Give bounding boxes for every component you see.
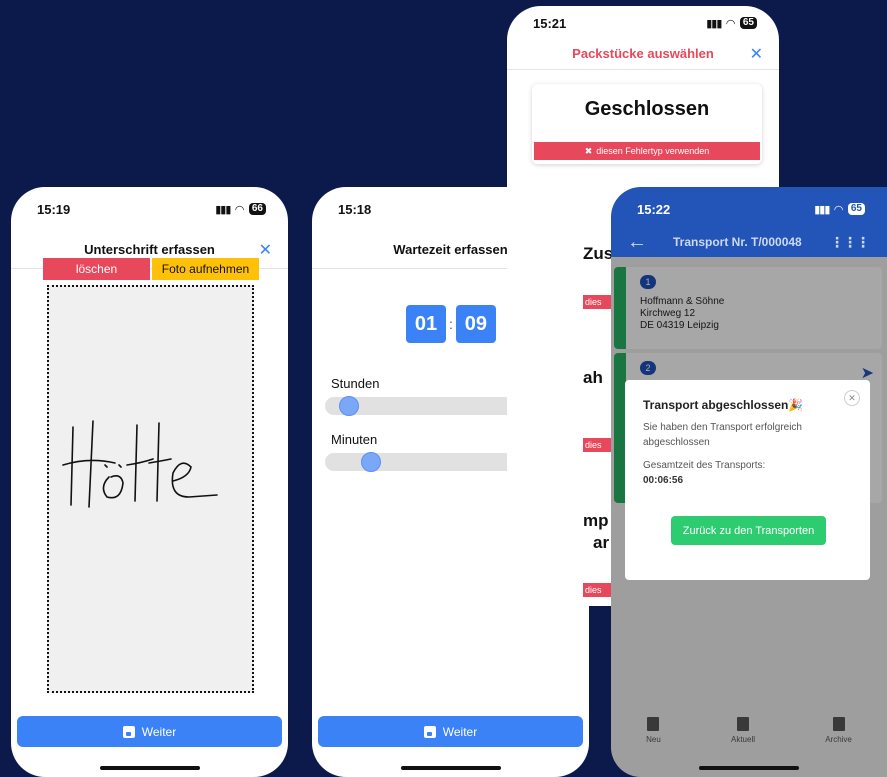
next-button[interactable]: Weiter <box>17 716 282 747</box>
back-arrow-icon[interactable]: ← <box>627 231 647 254</box>
page-title: Packstücke auswählen <box>572 46 714 61</box>
status-time: 15:22 <box>637 201 671 217</box>
page-title: Wartezeit erfassen <box>393 242 508 257</box>
page-title: Unterschrift erfassen <box>84 242 215 257</box>
modal-description: Sie haben den Transport erfolgreich abge… <box>643 422 802 448</box>
modal-title: Transport abgeschlossen🎉 <box>643 398 804 412</box>
use-error-type-button[interactable]: ✖ diesen Fehlertyp verwenden <box>534 142 760 160</box>
signature-drawing <box>62 420 218 508</box>
photo-button[interactable]: Foto aufnehmen <box>152 258 259 280</box>
peek-text: ar <box>593 533 610 552</box>
close-icon[interactable]: ✕ <box>750 44 763 64</box>
home-indicator <box>99 766 200 770</box>
hours-box: 01 <box>406 305 446 343</box>
signature-pad[interactable] <box>47 285 254 693</box>
completion-modal: ✕ Transport abgeschlossen🎉 Sie haben den… <box>625 380 870 580</box>
status-bar: 15:19 ▮▮▮ ◠ 66 <box>11 187 288 231</box>
nav-bar: ← Transport Nr. T/000048 ⋮⋮⋮ <box>611 229 887 255</box>
battery-icon: 65 <box>847 203 865 215</box>
peek-text: ah <box>583 368 603 387</box>
next-button[interactable]: Weiter <box>318 716 583 747</box>
status-bar: 15:22 ▮▮▮ ◠ 65 <box>611 187 887 231</box>
next-label: Weiter <box>141 724 177 739</box>
home-indicator <box>699 766 799 770</box>
error-type-title: Geschlossen <box>584 98 710 120</box>
transport-screen: 15:22 ▮▮▮ ◠ 65 ← Transport Nr. T/000048 ⋮⋮… <box>611 187 887 777</box>
floppy-icon <box>122 725 135 738</box>
close-icon[interactable]: ✕ <box>844 390 860 406</box>
status-time: 15:18 <box>338 201 372 217</box>
status-time: 15:21 <box>533 15 567 31</box>
signal-icon: ▮▮▮ <box>706 17 722 30</box>
back-to-transports-button[interactable]: Zurück zu den Transporten <box>671 516 826 545</box>
peek-text: mp <box>583 511 609 530</box>
wifi-icon: ◠ <box>235 203 244 216</box>
minutes-label: Minuten <box>331 432 378 447</box>
grid-icon[interactable]: ⋮⋮⋮ <box>830 234 870 251</box>
peek-button[interactable]: dies <box>583 583 613 597</box>
wifi-icon: ◠ <box>834 203 843 216</box>
home-indicator <box>400 766 501 770</box>
close-icon[interactable]: ✕ <box>259 240 272 260</box>
battery-icon: 66 <box>248 203 266 215</box>
tools-icon: ✖ <box>584 145 593 156</box>
peek-button[interactable]: dies <box>583 438 613 452</box>
peek-button[interactable]: dies <box>583 295 613 309</box>
floppy-icon <box>423 725 436 738</box>
delete-button[interactable]: löschen <box>43 258 150 280</box>
hours-label: Stunden <box>331 376 380 391</box>
page-title: Transport Nr. T/000048 <box>673 235 802 249</box>
signal-icon: ▮▮▮ <box>814 203 830 216</box>
minutes-box: 09 <box>455 305 496 343</box>
next-label: Weiter <box>442 724 478 739</box>
hours-slider-thumb[interactable] <box>338 396 359 416</box>
peek-text: Zus <box>583 244 614 263</box>
error-type-card[interactable]: Geschlossen ✖ diesen Fehlertyp verwenden <box>532 84 762 164</box>
party-icon: 🎉 <box>788 398 804 412</box>
status-time: 15:19 <box>37 201 71 217</box>
total-time-value: 00:06:56 <box>643 475 684 486</box>
timer-display: 01 : 09 <box>406 305 496 343</box>
battery-icon: 65 <box>739 17 757 29</box>
signal-icon: ▮▮▮ <box>215 203 231 216</box>
wifi-icon: ◠ <box>726 17 735 30</box>
total-time-label: Gesamtzeit des Transports: <box>643 460 766 471</box>
signature-screen: 15:19 ▮▮▮ ◠ 66 Unterschrift erfassen ✕ lös… <box>11 187 288 777</box>
minutes-slider-thumb[interactable] <box>361 452 382 472</box>
status-bar: 15:21 ▮▮▮ ◠ 65 <box>507 6 779 40</box>
